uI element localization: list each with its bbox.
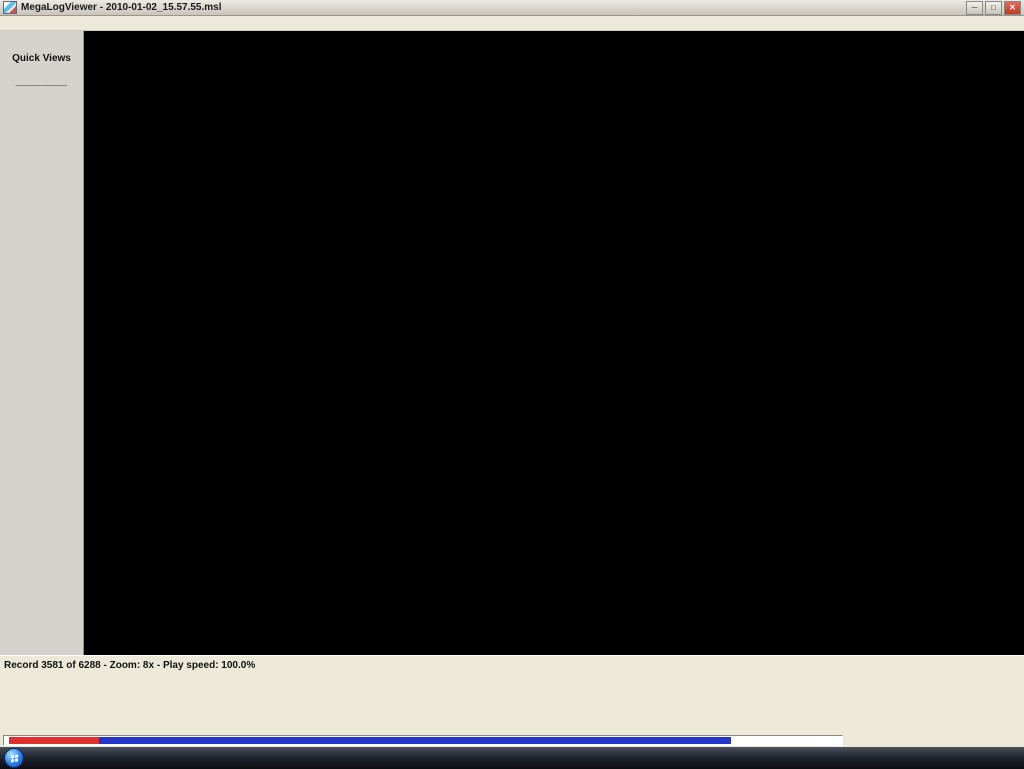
log-scrollbar-played-segment (9, 737, 99, 744)
window-title: MegaLogViewer - 2010-01-02_15.57.55.msl (21, 2, 222, 13)
sidebar: Quick Views –––– –––– (0, 31, 84, 655)
gauge-panel (0, 674, 1024, 734)
quick-views-label: Quick Views (12, 53, 71, 64)
maximize-button[interactable]: □ (985, 0, 1002, 15)
main: Quick Views –––– –––– (0, 31, 1024, 655)
record-status-bar: Record 3581 of 6288 - Zoom: 8x - Play sp… (0, 655, 1024, 674)
quick-views-placeholder[interactable]: –––– –––– (0, 80, 83, 90)
megalogviewer-window: MegaLogViewer - 2010-01-02_15.57.55.msl … (0, 0, 1024, 769)
transport-bar (0, 734, 1024, 747)
close-button[interactable]: ✕ (1004, 0, 1021, 15)
record-status-text: Record 3581 of 6288 - Zoom: 8x - Play sp… (4, 659, 256, 671)
menubar (0, 16, 1024, 31)
app-icon (3, 1, 17, 14)
titlebar: MegaLogViewer - 2010-01-02_15.57.55.msl … (0, 0, 1024, 16)
windows-logo-icon (10, 754, 18, 762)
log-scrollbar-track[interactable] (3, 735, 843, 746)
graph-area (84, 31, 1024, 655)
minimize-button[interactable]: ─ (966, 0, 983, 15)
log-scrollbar-thumb[interactable] (99, 737, 731, 744)
window-buttons: ─ □ ✕ (966, 0, 1021, 15)
taskbar (0, 747, 1024, 769)
start-button[interactable] (4, 748, 24, 768)
